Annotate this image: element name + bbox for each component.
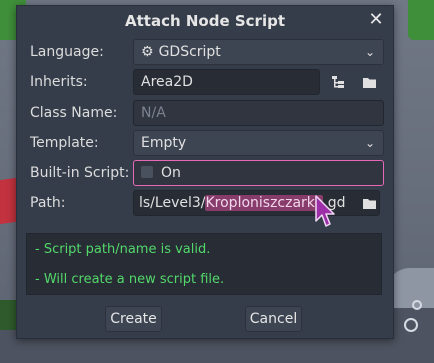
create-button[interactable]: Create [105,306,162,332]
template-label: Template: [30,135,99,151]
class-tree-icon [332,76,344,88]
inherits-value: Area2D [141,74,193,90]
status-line-valid: - Script path/name is valid. [35,242,211,257]
template-value: Empty [141,135,187,151]
inherits-label: Inherits: [30,74,88,90]
attach-node-script-dialog: Attach Node Script ✕ Language: ⚙ GDScript… [16,5,394,339]
builtin-on-label: On [161,165,181,181]
folder-icon [362,77,376,88]
cancel-button[interactable]: Cancel [245,306,302,332]
language-dropdown[interactable]: ⚙ GDScript ⌄ [133,39,384,65]
language-value: GDScript [158,44,221,60]
folder-icon [362,198,376,209]
path-selected-text: Kroploniszczarka [205,195,324,211]
canvas-bubble [412,300,422,310]
mouse-cursor-icon [315,195,335,227]
canvas-grass-right [408,0,434,40]
class-name-field: N/A [133,100,384,126]
gear-icon: ⚙ [141,44,154,60]
path-prefix: ls/Level3/ [139,195,206,211]
close-button[interactable]: ✕ [367,10,385,30]
close-icon: ✕ [368,9,384,30]
dialog-title: Attach Node Script [125,12,285,30]
path-input[interactable]: ls/Level3/Kroploniszczarka.gd [133,190,380,216]
builtin-script-label: Built-in Script: [30,165,130,181]
chevron-down-icon: ⌄ [364,136,376,150]
class-tree-button[interactable] [326,69,350,95]
chevron-down-icon: ⌄ [364,45,376,59]
checkbox-box[interactable] [141,166,153,178]
path-label: Path: [30,195,66,211]
canvas-bubble [404,318,418,332]
validation-status-panel: - Script path/name is valid. - Will crea… [26,233,382,295]
template-dropdown[interactable]: Empty ⌄ [133,130,384,156]
path-browse-button[interactable] [357,190,381,216]
dialog-titlebar[interactable]: Attach Node Script ✕ [17,6,393,36]
inherits-field[interactable]: Area2D [133,69,320,95]
class-name-label: Class Name: [30,105,118,121]
builtin-script-checkbox[interactable]: On [133,160,384,186]
status-line-create: - Will create a new script file. [35,272,225,287]
class-name-placeholder: N/A [141,105,166,121]
language-label: Language: [30,44,104,60]
inherits-browse-button[interactable] [357,69,381,95]
